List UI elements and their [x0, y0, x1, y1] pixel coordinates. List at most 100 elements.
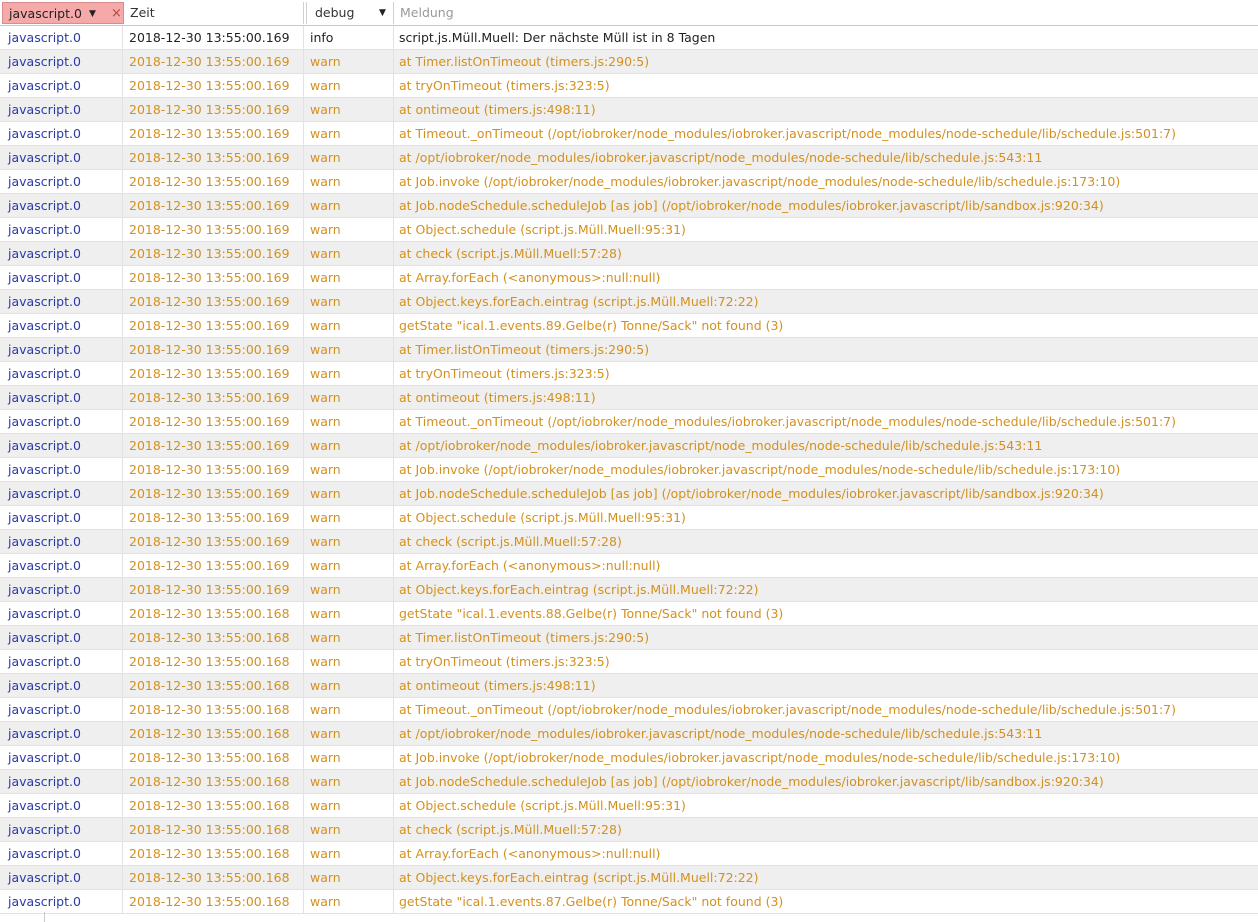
table-row[interactable]: javascript.0 2018-12-30 13:55:00.168 warn a…	[0, 626, 1258, 650]
row-time-cell: 2018-12-30 13:55:00.168	[124, 818, 304, 841]
row-level-cell: warn	[304, 626, 394, 649]
table-row[interactable]: javascript.0 2018-12-30 13:55:00.169 warn a…	[0, 434, 1258, 458]
table-row[interactable]: javascript.0 2018-12-30 13:55:00.169 warn a…	[0, 410, 1258, 434]
table-row[interactable]: javascript.0 2018-12-30 13:55:00.168 warn a…	[0, 866, 1258, 890]
row-time-cell: 2018-12-30 13:55:00.169	[124, 266, 304, 289]
row-level-cell: info	[304, 26, 394, 49]
table-row[interactable]: javascript.0 2018-12-30 13:55:00.168 warn g…	[0, 602, 1258, 626]
message-filter-input[interactable]: Meldung	[394, 2, 1256, 24]
row-message-cell: at Object.keys.forEach.eintrag (script.j…	[399, 870, 759, 885]
table-row[interactable]: javascript.0 2018-12-30 13:55:00.168 warn a…	[0, 842, 1258, 866]
level-filter-dropdown[interactable]: debug ▼	[306, 2, 394, 24]
row-level-cell: warn	[304, 818, 394, 841]
row-message-cell: at Timer.listOnTimeout (timers.js:290:5)	[399, 342, 650, 357]
table-row[interactable]: javascript.0 2018-12-30 13:55:00.169 info s…	[0, 26, 1258, 50]
row-message-cell: at /opt/iobroker/node_modules/iobroker.j…	[399, 726, 1043, 741]
table-row[interactable]: javascript.0 2018-12-30 13:55:00.168 warn a…	[0, 770, 1258, 794]
log-rows: javascript.0 2018-12-30 13:55:00.169 info s…	[0, 26, 1258, 914]
table-row[interactable]: javascript.0 2018-12-30 13:55:00.168 warn g…	[0, 890, 1258, 914]
time-column-header: Zeit	[124, 2, 304, 24]
row-source-cell: javascript.0	[0, 890, 123, 913]
row-source-cell: javascript.0	[0, 842, 123, 865]
row-source-cell: javascript.0	[0, 266, 123, 289]
row-source-cell: javascript.0	[0, 626, 123, 649]
row-source-cell: javascript.0	[0, 530, 123, 553]
table-row[interactable]: javascript.0 2018-12-30 13:55:00.169 warn a…	[0, 338, 1258, 362]
table-row[interactable]: javascript.0 2018-12-30 13:55:00.168 warn a…	[0, 722, 1258, 746]
table-row[interactable]: javascript.0 2018-12-30 13:55:00.169 warn a…	[0, 242, 1258, 266]
table-row[interactable]: javascript.0 2018-12-30 13:55:00.169 warn a…	[0, 194, 1258, 218]
row-message-cell: at check (script.js.Müll.Muell:57:28)	[399, 246, 622, 261]
row-source-cell: javascript.0	[0, 434, 123, 457]
row-source-cell: javascript.0	[0, 794, 123, 817]
table-row[interactable]: javascript.0 2018-12-30 13:55:00.169 warn a…	[0, 578, 1258, 602]
row-message-cell: at Job.invoke (/opt/iobroker/node_module…	[399, 174, 1121, 189]
table-row[interactable]: javascript.0 2018-12-30 13:55:00.169 warn a…	[0, 386, 1258, 410]
row-level-cell: warn	[304, 554, 394, 577]
chevron-down-icon[interactable]: ▼	[89, 3, 96, 23]
table-row[interactable]: javascript.0 2018-12-30 13:55:00.169 warn a…	[0, 50, 1258, 74]
row-level-cell: warn	[304, 98, 394, 121]
row-source-cell: javascript.0	[0, 386, 123, 409]
row-time-cell: 2018-12-30 13:55:00.169	[124, 362, 304, 385]
row-source-cell: javascript.0	[0, 746, 123, 769]
row-time-cell: 2018-12-30 13:55:00.169	[124, 98, 304, 121]
table-row[interactable]: javascript.0 2018-12-30 13:55:00.168 warn a…	[0, 794, 1258, 818]
row-message-cell: at Object.keys.forEach.eintrag (script.j…	[399, 582, 759, 597]
table-row[interactable]: javascript.0 2018-12-30 13:55:00.169 warn a…	[0, 554, 1258, 578]
table-row[interactable]: javascript.0 2018-12-30 13:55:00.168 warn a…	[0, 674, 1258, 698]
row-message-cell: at Timeout._onTimeout (/opt/iobroker/nod…	[399, 414, 1177, 429]
row-time-cell: 2018-12-30 13:55:00.169	[124, 410, 304, 433]
row-time-cell: 2018-12-30 13:55:00.168	[124, 890, 304, 913]
row-level-cell: warn	[304, 242, 394, 265]
table-row[interactable]: javascript.0 2018-12-30 13:55:00.169 warn a…	[0, 74, 1258, 98]
row-message-cell: at tryOnTimeout (timers.js:323:5)	[399, 366, 610, 381]
row-level-cell: warn	[304, 722, 394, 745]
row-source-cell: javascript.0	[0, 218, 123, 241]
table-row[interactable]: javascript.0 2018-12-30 13:55:00.169 warn a…	[0, 506, 1258, 530]
table-row[interactable]: javascript.0 2018-12-30 13:55:00.169 warn a…	[0, 458, 1258, 482]
chevron-down-icon[interactable]: ▼	[379, 2, 386, 24]
row-time-cell: 2018-12-30 13:55:00.169	[124, 194, 304, 217]
row-time-cell: 2018-12-30 13:55:00.169	[124, 50, 304, 73]
row-level-cell: warn	[304, 746, 394, 769]
table-row[interactable]: javascript.0 2018-12-30 13:55:00.169 warn a…	[0, 266, 1258, 290]
table-row[interactable]: javascript.0 2018-12-30 13:55:00.169 warn g…	[0, 314, 1258, 338]
row-level-cell: warn	[304, 578, 394, 601]
source-filter-dropdown[interactable]: javascript.0 ▼ ×	[2, 2, 124, 24]
row-time-cell: 2018-12-30 13:55:00.168	[124, 650, 304, 673]
row-level-cell: warn	[304, 434, 394, 457]
row-source-cell: javascript.0	[0, 554, 123, 577]
table-row[interactable]: javascript.0 2018-12-30 13:55:00.169 warn a…	[0, 362, 1258, 386]
table-row[interactable]: javascript.0 2018-12-30 13:55:00.169 warn a…	[0, 170, 1258, 194]
row-level-cell: warn	[304, 218, 394, 241]
table-row[interactable]: javascript.0 2018-12-30 13:55:00.169 warn a…	[0, 122, 1258, 146]
close-icon[interactable]: ×	[111, 3, 122, 23]
row-time-cell: 2018-12-30 13:55:00.169	[124, 338, 304, 361]
table-row[interactable]: javascript.0 2018-12-30 13:55:00.169 warn a…	[0, 146, 1258, 170]
row-time-cell: 2018-12-30 13:55:00.169	[124, 170, 304, 193]
table-row[interactable]: javascript.0 2018-12-30 13:55:00.168 warn a…	[0, 698, 1258, 722]
row-time-cell: 2018-12-30 13:55:00.168	[124, 842, 304, 865]
row-source-cell: javascript.0	[0, 290, 123, 313]
row-level-cell: warn	[304, 530, 394, 553]
table-row[interactable]: javascript.0 2018-12-30 13:55:00.168 warn a…	[0, 650, 1258, 674]
table-row[interactable]: javascript.0 2018-12-30 13:55:00.169 warn a…	[0, 218, 1258, 242]
row-message-cell: at /opt/iobroker/node_modules/iobroker.j…	[399, 438, 1043, 453]
row-level-cell: warn	[304, 386, 394, 409]
table-row[interactable]: javascript.0 2018-12-30 13:55:00.169 warn a…	[0, 530, 1258, 554]
row-level-cell: warn	[304, 170, 394, 193]
table-row[interactable]: javascript.0 2018-12-30 13:55:00.168 warn a…	[0, 818, 1258, 842]
table-row[interactable]: javascript.0 2018-12-30 13:55:00.169 warn a…	[0, 482, 1258, 506]
row-level-cell: warn	[304, 842, 394, 865]
row-time-cell: 2018-12-30 13:55:00.169	[124, 146, 304, 169]
row-level-cell: warn	[304, 74, 394, 97]
row-level-cell: warn	[304, 890, 394, 913]
table-row[interactable]: javascript.0 2018-12-30 13:55:00.168 warn a…	[0, 746, 1258, 770]
row-time-cell: 2018-12-30 13:55:00.169	[124, 122, 304, 145]
table-row[interactable]: javascript.0 2018-12-30 13:55:00.169 warn a…	[0, 290, 1258, 314]
row-message-cell: at Array.forEach (<anonymous>:null:null)	[399, 270, 661, 285]
table-row[interactable]: javascript.0 2018-12-30 13:55:00.169 warn a…	[0, 98, 1258, 122]
row-level-cell: warn	[304, 866, 394, 889]
row-source-cell: javascript.0	[0, 122, 123, 145]
